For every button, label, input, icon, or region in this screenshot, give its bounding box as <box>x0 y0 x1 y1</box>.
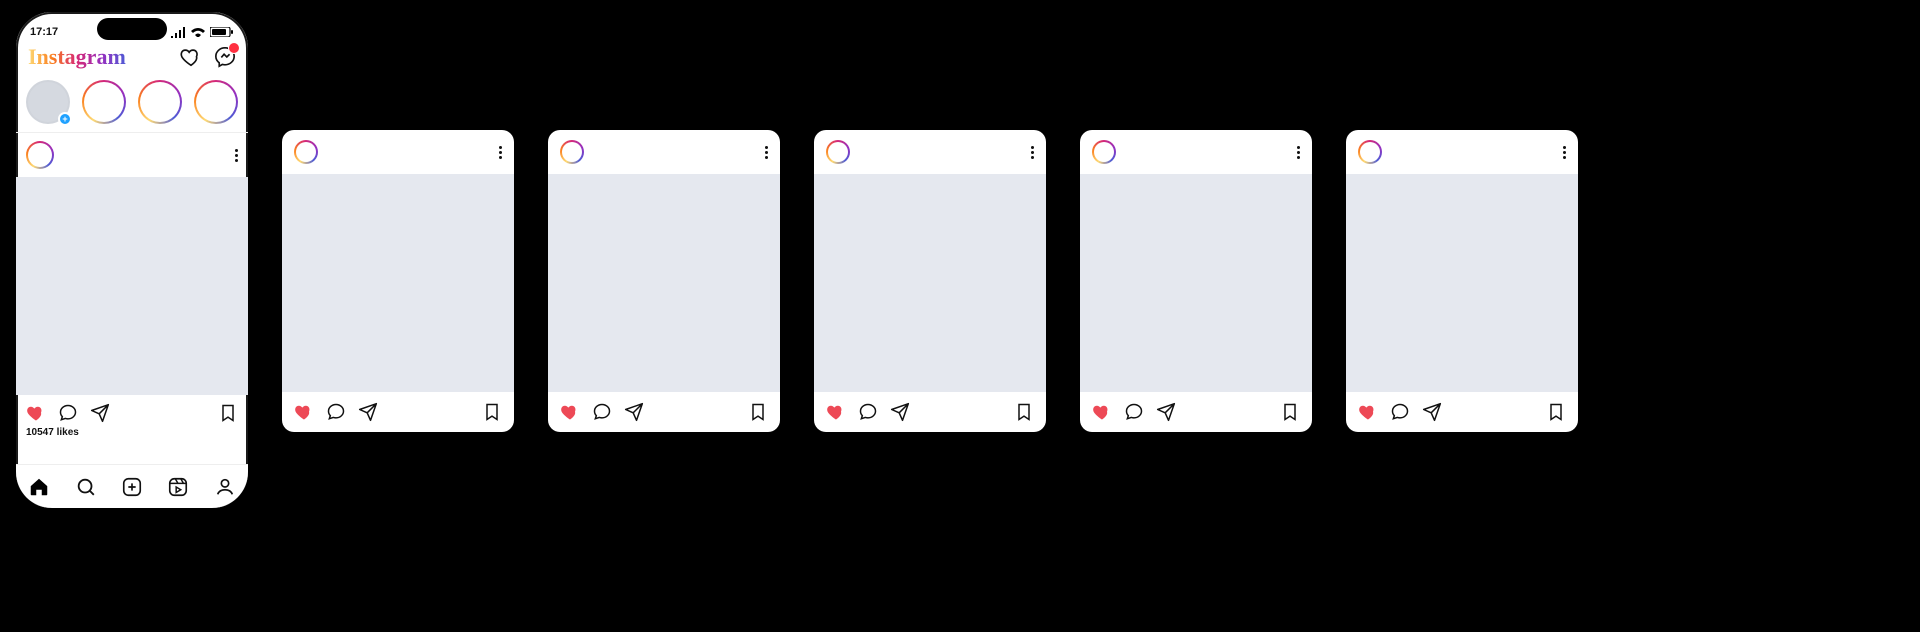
bookmark-icon[interactable] <box>748 402 768 422</box>
like-heart-icon[interactable] <box>26 403 46 423</box>
post-more-button[interactable] <box>765 146 768 159</box>
post-author-avatar[interactable] <box>1092 140 1116 164</box>
post-cards-row <box>282 130 1578 432</box>
post-more-button[interactable] <box>499 146 502 159</box>
stories-row[interactable]: + <box>16 76 248 133</box>
post-image[interactable] <box>16 177 248 395</box>
like-heart-icon[interactable] <box>294 402 314 422</box>
post-card <box>1346 130 1578 432</box>
post-card <box>1080 130 1312 432</box>
tab-search-icon[interactable] <box>75 476 97 498</box>
share-icon[interactable] <box>1422 402 1442 422</box>
tab-create-icon[interactable] <box>121 476 143 498</box>
comment-icon[interactable] <box>58 403 78 423</box>
messenger-badge <box>228 42 240 54</box>
share-icon[interactable] <box>624 402 644 422</box>
post-author-avatar[interactable] <box>826 140 850 164</box>
messenger-button[interactable] <box>214 46 236 68</box>
post-more-button[interactable] <box>1031 146 1034 159</box>
battery-icon <box>210 27 234 37</box>
activity-heart-icon[interactable] <box>180 46 202 68</box>
like-heart-icon[interactable] <box>560 402 580 422</box>
bookmark-icon[interactable] <box>482 402 502 422</box>
bookmark-icon[interactable] <box>1280 402 1300 422</box>
like-heart-icon[interactable] <box>1358 402 1378 422</box>
post-image[interactable] <box>282 174 514 392</box>
bookmark-icon[interactable] <box>1014 402 1034 422</box>
tab-bar <box>16 464 248 508</box>
post-card <box>548 130 780 432</box>
share-icon[interactable] <box>1156 402 1176 422</box>
post-more-button[interactable] <box>235 149 238 162</box>
app-header: Instagram <box>16 40 248 76</box>
post-image[interactable] <box>814 174 1046 392</box>
phone-frame: 17:17 Instagram + <box>12 8 252 512</box>
share-icon[interactable] <box>90 403 110 423</box>
comment-icon[interactable] <box>592 402 612 422</box>
share-icon[interactable] <box>890 402 910 422</box>
bookmark-icon[interactable] <box>1546 402 1566 422</box>
post-more-button[interactable] <box>1297 146 1300 159</box>
bookmark-icon[interactable] <box>218 403 238 423</box>
feed-post: 10547 likes <box>16 133 248 444</box>
comment-icon[interactable] <box>1390 402 1410 422</box>
tab-profile-icon[interactable] <box>214 476 236 498</box>
post-more-button[interactable] <box>1563 146 1566 159</box>
post-author-avatar[interactable] <box>26 141 54 169</box>
wifi-icon <box>190 27 206 37</box>
post-author-avatar[interactable] <box>1358 140 1382 164</box>
like-heart-icon[interactable] <box>826 402 846 422</box>
post-author-avatar[interactable] <box>560 140 584 164</box>
share-icon[interactable] <box>358 402 378 422</box>
likes-count[interactable]: 10547 likes <box>16 425 248 444</box>
signal-icon <box>170 26 186 38</box>
post-image[interactable] <box>1346 174 1578 392</box>
instagram-logo[interactable]: Instagram <box>28 44 126 70</box>
tab-reels-icon[interactable] <box>167 476 189 498</box>
post-image[interactable] <box>548 174 780 392</box>
comment-icon[interactable] <box>326 402 346 422</box>
comment-icon[interactable] <box>858 402 878 422</box>
like-heart-icon[interactable] <box>1092 402 1112 422</box>
story-item[interactable] <box>138 80 182 124</box>
tab-home-icon[interactable] <box>28 476 50 498</box>
post-card <box>282 130 514 432</box>
status-time: 17:17 <box>30 26 58 38</box>
phone-notch <box>97 18 167 40</box>
post-author-avatar[interactable] <box>294 140 318 164</box>
add-story-icon: + <box>58 112 72 126</box>
story-own[interactable]: + <box>26 80 70 124</box>
story-item[interactable] <box>194 80 238 124</box>
story-item[interactable] <box>82 80 126 124</box>
post-image[interactable] <box>1080 174 1312 392</box>
comment-icon[interactable] <box>1124 402 1144 422</box>
post-card <box>814 130 1046 432</box>
